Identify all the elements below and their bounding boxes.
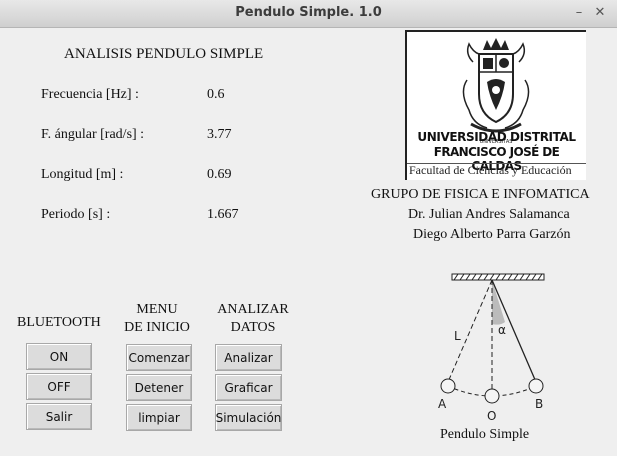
angular-frequency-value: 3.77 <box>207 127 232 142</box>
label-o: O <box>487 409 496 423</box>
length-value: 0.69 <box>207 167 232 182</box>
label-b: B <box>535 397 543 411</box>
angular-frequency-label: F. ángular [rad/s] : <box>41 127 145 142</box>
bob-a <box>440 378 456 394</box>
author-2: Diego Alberto Parra Garzón <box>413 227 571 242</box>
analyze-heading-line-1: ANALIZAR <box>217 302 289 317</box>
bluetooth-heading: BLUETOOTH <box>17 315 101 330</box>
exit-button[interactable]: Salir <box>26 403 92 430</box>
analyze-heading-line-2: DATOS <box>230 320 276 335</box>
logo-line-1: UNIVERSIDAD DISTRITAL <box>417 130 576 144</box>
group-name: GRUPO DE FISICA E INFOMATICA <box>371 187 590 202</box>
logo-line-3: Facultad de Ciencias y Educación <box>409 163 572 177</box>
bob-o <box>484 388 500 404</box>
label-a: A <box>438 397 447 411</box>
pendulum-diagram: L α A O B <box>438 273 545 423</box>
menu-heading-line-1: MENU <box>136 302 178 317</box>
author-1: Dr. Julian Andres Salamanca <box>408 207 570 222</box>
period-label: Periodo [s] : <box>41 207 111 222</box>
close-button[interactable]: ✕ <box>591 4 609 22</box>
frequency-label: Frecuencia [Hz] : <box>41 87 139 102</box>
window-title: Pendulo Simple. 1.0 <box>235 5 382 20</box>
start-button[interactable]: Comenzar <box>126 344 192 371</box>
university-logo: UNIVERSITAS UNIVERSIDAD DISTRITAL FRANCI… <box>405 30 586 180</box>
frequency-value: 0.6 <box>207 87 225 102</box>
analysis-heading: ANALISIS PENDULO SIMPLE <box>64 46 264 62</box>
label-alpha: α <box>498 323 506 337</box>
bluetooth-on-button[interactable]: ON <box>26 343 92 370</box>
length-label: Longitud [m] : <box>41 167 124 182</box>
app-window: Pendulo Simple. 1.0 – ✕ ANALISIS PENDULO… <box>0 0 617 456</box>
angle-wedge <box>492 280 505 325</box>
minimize-button[interactable]: – <box>570 4 588 22</box>
menu-heading-line-2: DE INICIO <box>124 320 190 335</box>
bluetooth-off-button[interactable]: OFF <box>26 373 92 400</box>
title-bar[interactable]: Pendulo Simple. 1.0 – ✕ <box>0 0 617 28</box>
bob-b <box>528 378 544 394</box>
stop-button[interactable]: Detener <box>126 374 192 401</box>
label-l: L <box>454 329 461 343</box>
simulation-button[interactable]: Simulación <box>215 404 282 431</box>
analyze-button[interactable]: Analizar <box>215 344 282 371</box>
period-value: 1.667 <box>207 207 239 222</box>
clear-button[interactable]: limpiar <box>126 404 192 431</box>
diagram-caption: Pendulo Simple <box>440 427 530 442</box>
plot-button[interactable]: Graficar <box>215 374 282 401</box>
